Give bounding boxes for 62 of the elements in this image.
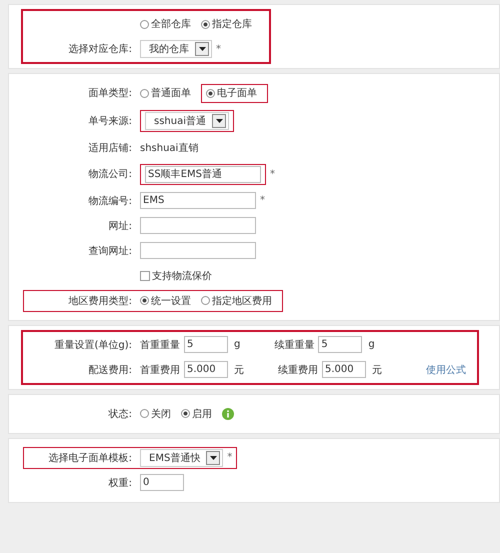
checkbox[interactable] [140,270,150,280]
field-label: 网址: [108,220,132,232]
info-icon [222,408,234,420]
dropdown[interactable]: 我的仓库 [140,40,212,58]
field-label: 物流编号: [88,196,132,206]
input-field[interactable] [140,217,256,234]
radio-button[interactable] [206,88,215,98]
radio-button[interactable] [201,20,210,28]
field-label: 权重: [108,478,132,488]
field-label: 配送费用: [88,364,132,376]
input-field[interactable]: 0 [140,474,184,491]
radio-button[interactable] [201,296,210,305]
caret-icon [195,42,209,56]
radio-button[interactable] [140,88,149,98]
radio-option[interactable]: 关闭 [140,406,171,420]
unit-label: 元 [234,364,244,376]
input-field[interactable]: EMS [140,192,256,209]
field-label: 查询网址: [88,246,132,256]
radio-button[interactable] [140,20,149,28]
input-field[interactable]: 5.000 [184,361,228,378]
required-mark: * [260,195,265,206]
field-label: 物流公司: [88,169,132,180]
caret-icon [212,114,226,128]
input-field[interactable]: 5 [184,336,228,353]
input-field[interactable]: SS顺丰EMS普通 [145,166,261,182]
checkbox-option[interactable]: 支持物流保价 [140,268,212,282]
required-mark: * [270,168,275,180]
input-field[interactable] [140,242,256,259]
field-text: 续重重量 [274,338,314,352]
required-mark: * [227,452,232,463]
input-field[interactable]: 5 [318,336,362,353]
field-text: 续重费用 [278,364,318,376]
field-label: 选择电子面单模板: [48,452,132,464]
unit-label: g [368,339,375,350]
field-label: 单号来源: [88,116,132,126]
radio-option[interactable]: 全部仓库 [140,17,191,31]
field-label: 适用店铺: [88,142,132,154]
radio-option[interactable]: 启用 [181,406,212,420]
required-mark: * [216,44,221,54]
unit-label: g [234,339,240,350]
field-label: 重量设置(单位g): [54,340,132,350]
field-label: 地区费用类型: [68,296,132,306]
field-text: 首重重量 [140,338,180,352]
field-label: 选择对应仓库: [68,44,132,55]
unit-label: 元 [372,364,382,376]
field-text: shshuai直销 [140,142,198,154]
caret-icon [206,450,220,464]
radio-option[interactable]: 普通面单 [140,86,191,100]
field-label: 面单类型: [88,88,132,100]
radio-option[interactable]: 指定地区费用 [201,294,272,308]
dropdown[interactable]: sshuai普通 [145,112,230,130]
field-text: 首重费用 [140,364,180,376]
dropdown[interactable]: EMS普通快 [140,448,224,466]
radio-option[interactable]: 电子面单 [206,86,257,100]
radio-button[interactable] [140,296,149,305]
radio-button[interactable] [181,409,190,418]
field-label: 状态: [108,408,132,420]
input-field[interactable]: 5.000 [322,361,366,378]
formula-link[interactable]: 使用公式 [426,362,466,376]
radio-option[interactable]: 统一设置 [140,294,191,308]
radio-button[interactable] [140,409,149,418]
radio-option[interactable]: 指定仓库 [201,17,252,31]
